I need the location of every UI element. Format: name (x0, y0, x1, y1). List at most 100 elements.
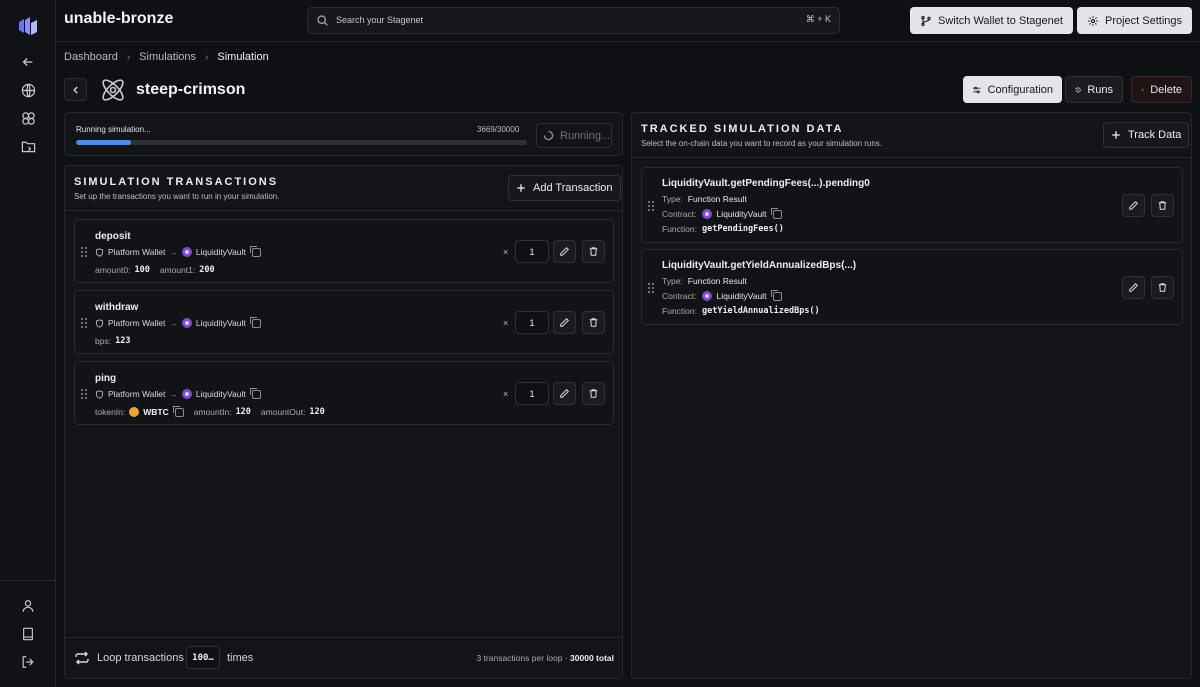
folder-icon[interactable] (18, 136, 38, 156)
edit-button[interactable] (553, 311, 576, 334)
edit-button[interactable] (1122, 194, 1145, 217)
copy-icon[interactable] (249, 316, 261, 328)
type-key: Type: (662, 276, 683, 286)
repeat-count-input[interactable]: 1 (515, 240, 549, 263)
page-title: steep-crimson (136, 81, 246, 98)
delete-transaction-button[interactable] (582, 311, 605, 334)
search-input[interactable]: Search your Stagenet ⌘ + K (307, 7, 840, 34)
switch-wallet-label: Switch Wallet to Stagenet (938, 14, 1063, 27)
logo-icon[interactable] (16, 14, 40, 38)
times-symbol: × (503, 318, 509, 328)
param-value: 200 (199, 265, 215, 275)
configuration-button[interactable]: Configuration (963, 76, 1062, 103)
delete-tracked-button[interactable] (1151, 276, 1174, 299)
delete-transaction-button[interactable] (582, 382, 605, 405)
spinner-icon (543, 130, 554, 141)
edit-button[interactable] (1122, 276, 1145, 299)
delete-transaction-button[interactable] (582, 240, 605, 263)
breadcrumb-dashboard[interactable]: Dashboard (64, 51, 118, 63)
divider (632, 157, 1191, 158)
switch-wallet-button[interactable]: Switch Wallet to Stagenet (910, 7, 1073, 34)
shield-icon (95, 318, 104, 328)
copy-icon[interactable] (249, 245, 261, 257)
search-icon (317, 15, 328, 26)
tracked-item-name: LiquidityVault.getYieldAnnualizedBps(...… (662, 260, 857, 271)
tracked-contract-row: Contract: LiquidityVault (662, 289, 783, 301)
running-label: Running... (560, 129, 611, 142)
configuration-label: Configuration (987, 83, 1053, 96)
drag-handle-icon[interactable] (81, 318, 87, 328)
user-icon[interactable] (18, 596, 38, 616)
trash-icon (589, 247, 598, 256)
trash-icon (589, 389, 598, 398)
delete-label: Delete (1150, 83, 1182, 96)
function-key: Function: (662, 306, 697, 316)
app-root: unable-bronze Search your Stagenet ⌘ + K… (0, 0, 1200, 687)
transaction-params: bps: 123 (95, 336, 136, 346)
repeat-count-input[interactable]: 1 (515, 382, 549, 405)
param-key: amount0: (95, 265, 131, 275)
copy-icon[interactable] (771, 289, 783, 301)
tracked-item-card[interactable]: LiquidityVault.getYieldAnnualizedBps(...… (641, 249, 1183, 325)
transaction-card[interactable]: deposit Platform Wallet → LiquidityVault… (74, 219, 614, 283)
drag-handle-icon[interactable] (648, 201, 654, 211)
gear-icon (1088, 15, 1098, 26)
tracked-title: TRACKED SIMULATION DATA (641, 123, 844, 135)
project-settings-button[interactable]: Project Settings (1077, 7, 1193, 34)
tracked-item-card[interactable]: LiquidityVault.getPendingFees(...).pendi… (641, 167, 1183, 243)
divider (65, 210, 622, 211)
back-arrow-icon[interactable] (18, 52, 38, 72)
param-key: bps: (95, 336, 112, 346)
track-data-button[interactable]: Track Data (1103, 122, 1190, 148)
add-transaction-label: Add Transaction (533, 182, 613, 194)
sidebar-divider (0, 580, 56, 581)
to-contract: LiquidityVault (195, 247, 246, 257)
arrow-right-icon: → (169, 247, 178, 257)
contract-key: Contract: (662, 291, 697, 301)
delete-tracked-button[interactable] (1151, 194, 1174, 217)
project-name[interactable]: unable-bronze (64, 10, 173, 28)
copy-icon[interactable] (771, 207, 783, 219)
transaction-params: amount0: 100 amount1: 200 (95, 265, 221, 275)
drag-handle-icon[interactable] (648, 283, 654, 293)
drag-handle-icon[interactable] (81, 389, 87, 399)
edit-button[interactable] (553, 240, 576, 263)
contract-value: LiquidityVault (716, 291, 767, 301)
trash-icon (1141, 88, 1144, 91)
divider (65, 637, 622, 638)
times-symbol: × (503, 247, 509, 257)
back-button[interactable] (64, 78, 87, 101)
breadcrumb: Dashboard › Simulations › Simulation (64, 51, 269, 63)
globe-icon[interactable] (18, 80, 38, 100)
simulation-atom-icon (102, 79, 124, 101)
project-settings-label: Project Settings (1105, 14, 1183, 27)
delete-button[interactable]: Delete (1131, 76, 1192, 103)
chevron-right-icon: › (205, 51, 209, 63)
transaction-card[interactable]: ping Platform Wallet → LiquidityVault to… (74, 361, 614, 425)
loop-count-input[interactable]: 100… (186, 646, 220, 669)
edit-button[interactable] (553, 382, 576, 405)
transaction-card[interactable]: withdraw Platform Wallet → LiquidityVaul… (74, 290, 614, 354)
contract-icon (181, 389, 192, 399)
search-placeholder: Search your Stagenet (336, 15, 424, 25)
param-key: tokenIn: (95, 407, 126, 417)
chevron-left-icon (72, 85, 78, 94)
breadcrumb-simulations[interactable]: Simulations (139, 51, 196, 63)
pencil-icon (560, 246, 570, 256)
progress-bar (76, 140, 527, 145)
repeat-count-input[interactable]: 1 (515, 311, 549, 334)
function-key: Function: (662, 224, 697, 234)
copy-icon[interactable] (172, 405, 184, 417)
branch-icon (921, 15, 931, 26)
drag-handle-icon[interactable] (81, 247, 87, 257)
type-value: Function Result (687, 276, 747, 286)
simulations-icon[interactable] (18, 108, 38, 128)
copy-icon[interactable] (249, 387, 261, 399)
logout-icon[interactable] (18, 652, 38, 672)
loop-stats-prefix: 3 transactions per loop · (476, 653, 571, 663)
add-transaction-button[interactable]: Add Transaction (508, 175, 621, 201)
sliders-icon (973, 86, 981, 93)
book-icon[interactable] (18, 624, 38, 644)
tracked-function-row: Function: getYieldAnnualizedBps() (662, 306, 820, 316)
runs-button[interactable]: Runs (1065, 76, 1123, 103)
